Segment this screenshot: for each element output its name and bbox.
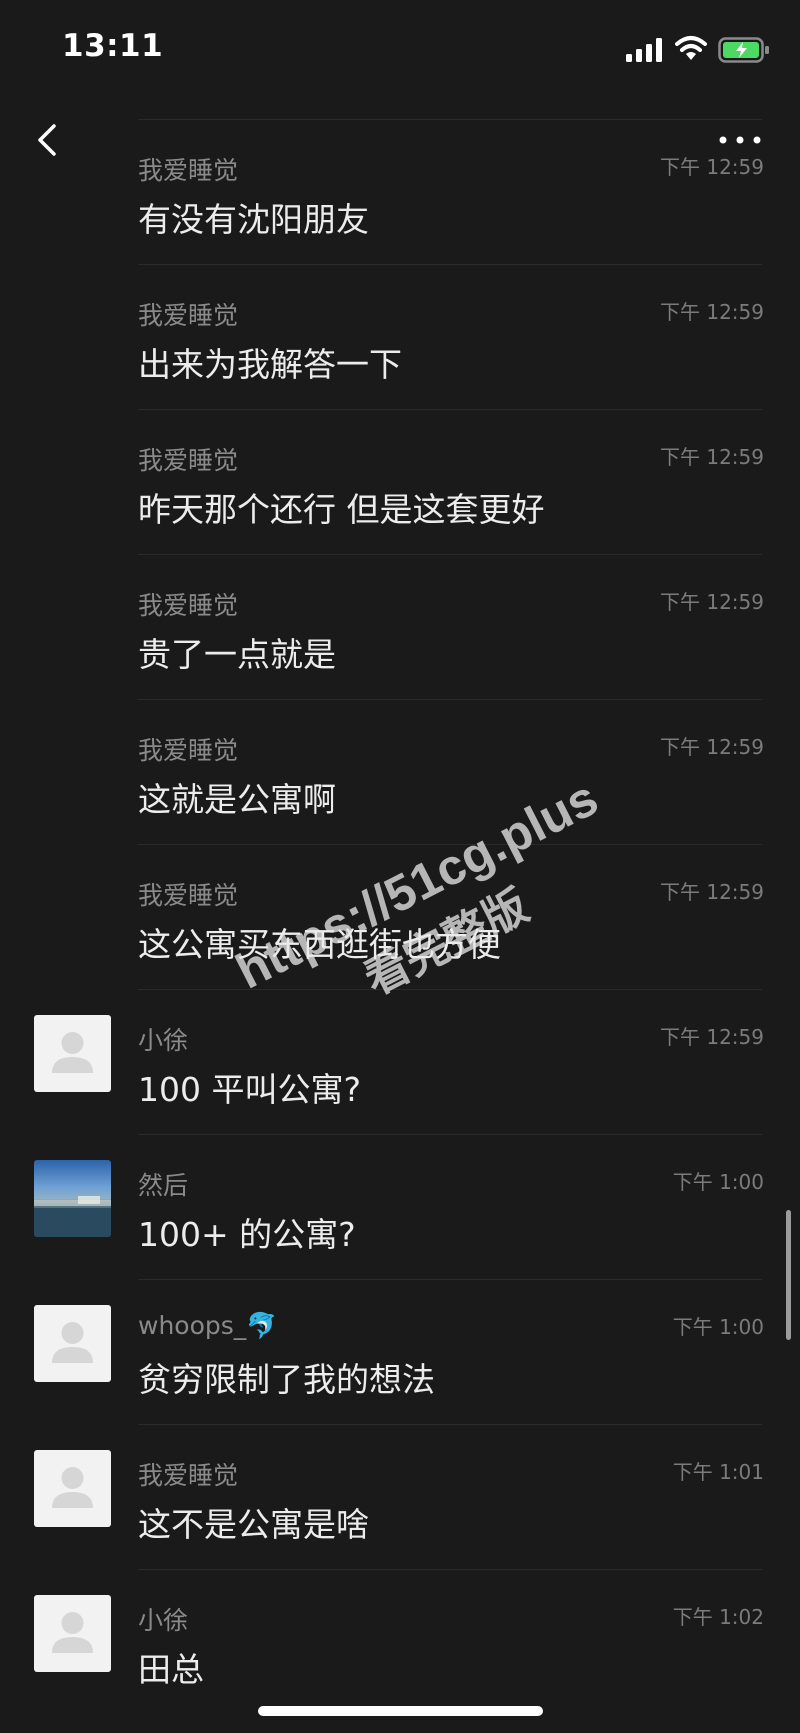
message-item[interactable]: 小徐 下午 1:02 田总 — [0, 1569, 800, 1714]
message-timestamp: 下午 12:59 — [660, 735, 764, 759]
message-text: 出来为我解答一下 — [138, 345, 402, 384]
message-text: 100+ 的公寓? — [138, 1215, 356, 1254]
user-silhouette-icon — [52, 1467, 93, 1508]
message-timestamp: 下午 12:59 — [660, 155, 764, 179]
message-divider — [138, 119, 762, 120]
battery-charging-icon — [718, 37, 769, 63]
sender-name[interactable]: 我爱睡觉 — [138, 441, 238, 477]
message-text: 贵了一点就是 — [138, 635, 336, 674]
message-text: 田总 — [138, 1650, 204, 1689]
message-timestamp: 下午 12:59 — [660, 880, 764, 904]
message-text: 贫穷限制了我的想法 — [138, 1360, 435, 1399]
user-silhouette-icon — [52, 1612, 93, 1653]
avatar[interactable] — [34, 1450, 111, 1527]
message-timestamp: 下午 12:59 — [660, 445, 764, 469]
sender-name[interactable]: 我爱睡觉 — [138, 1456, 238, 1492]
user-silhouette-icon — [52, 1032, 93, 1073]
message-divider — [138, 1134, 762, 1135]
message-item[interactable]: 我爱睡觉 下午 12:59 出来为我解答一下 — [0, 264, 800, 409]
message-text: 昨天那个还行 但是这套更好 — [138, 490, 545, 529]
sender-name[interactable]: 我爱睡觉 — [138, 151, 238, 187]
message-divider — [138, 1569, 762, 1570]
avatar[interactable] — [34, 1595, 111, 1672]
message-text: 有没有沈阳朋友 — [138, 200, 369, 239]
sender-name[interactable]: whoops_🐬 — [138, 1311, 277, 1341]
avatar[interactable] — [34, 1305, 111, 1382]
message-timestamp: 下午 12:59 — [660, 300, 764, 324]
message-timestamp: 下午 12:59 — [660, 1025, 764, 1049]
home-indicator[interactable] — [258, 1706, 543, 1716]
message-divider — [138, 409, 762, 410]
message-timestamp: 下午 12:59 — [660, 590, 764, 614]
message-divider — [138, 554, 762, 555]
status-time: 13:11 — [62, 28, 164, 64]
message-timestamp: 下午 1:00 — [672, 1170, 764, 1194]
message-item[interactable]: 我爱睡觉 下午 12:59 贵了一点就是 — [0, 554, 800, 699]
sender-name[interactable]: 我爱睡觉 — [138, 731, 238, 767]
photo-avatar[interactable] — [34, 1160, 111, 1237]
message-item[interactable]: 然后 下午 1:00 100+ 的公寓? — [0, 1134, 800, 1279]
wifi-icon — [675, 36, 707, 60]
sender-name[interactable]: 然后 — [138, 1166, 188, 1202]
message-divider — [138, 1279, 762, 1280]
message-divider — [138, 264, 762, 265]
message-item[interactable]: 我爱睡觉 下午 12:59 有没有沈阳朋友 — [0, 119, 800, 264]
sender-name[interactable]: 我爱睡觉 — [138, 586, 238, 622]
message-item[interactable]: 我爱睡觉 下午 12:59 这就是公寓啊 — [0, 699, 800, 844]
message-timestamp: 下午 1:01 — [672, 1460, 764, 1484]
message-timestamp: 下午 1:02 — [672, 1605, 764, 1629]
message-item[interactable]: whoops_🐬 下午 1:00 贫穷限制了我的想法 — [0, 1279, 800, 1424]
message-item[interactable]: 我爱睡觉 下午 1:01 这不是公寓是啥 — [0, 1424, 800, 1569]
sender-name[interactable]: 我爱睡觉 — [138, 296, 238, 332]
message-timestamp: 下午 1:00 — [672, 1315, 764, 1339]
message-divider — [138, 1424, 762, 1425]
sender-name[interactable]: 小徐 — [138, 1021, 188, 1057]
sender-name[interactable]: 我爱睡觉 — [138, 876, 238, 912]
status-bar: 13:11 — [0, 0, 800, 100]
message-divider — [138, 699, 762, 700]
cellular-signal-icon — [626, 38, 662, 62]
sender-name[interactable]: 小徐 — [138, 1601, 188, 1637]
message-text: 这就是公寓啊 — [138, 780, 336, 819]
scrollbar[interactable] — [786, 1210, 791, 1340]
user-silhouette-icon — [52, 1322, 93, 1363]
landscape-photo-icon — [34, 1196, 111, 1237]
message-item[interactable]: 我爱睡觉 下午 12:59 昨天那个还行 但是这套更好 — [0, 409, 800, 554]
message-text: 这不是公寓是啥 — [138, 1505, 369, 1544]
avatar[interactable] — [34, 1015, 111, 1092]
